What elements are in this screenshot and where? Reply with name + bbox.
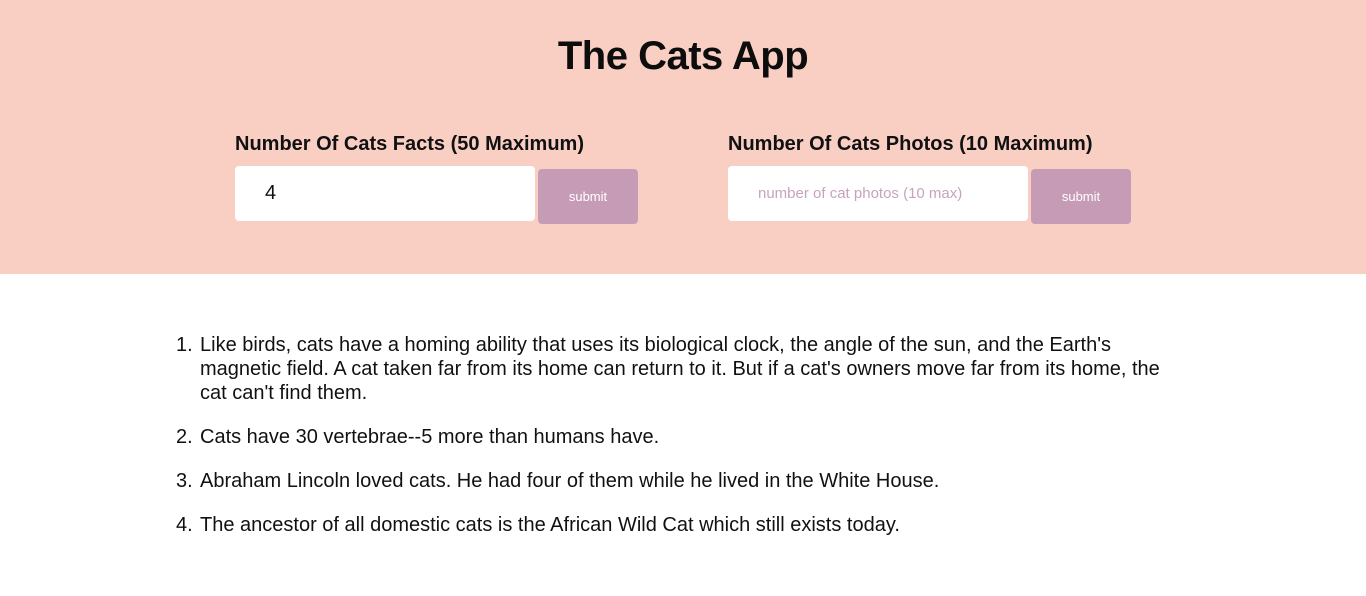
fact-item: 1. Like birds, cats have a homing abilit… [176, 333, 1176, 405]
photos-submit-button[interactable]: submit [1031, 169, 1131, 224]
fact-text: Abraham Lincoln loved cats. He had four … [200, 470, 940, 492]
facts-count-label: Number Of Cats Facts (50 Maximum) [235, 133, 584, 155]
fact-item: 4. The ancestor of all domestic cats is … [176, 513, 1176, 537]
fact-number: 4. [176, 514, 193, 536]
facts-count-input[interactable] [235, 166, 535, 221]
facts-submit-button[interactable]: submit [538, 169, 638, 224]
app-header: The Cats App Number Of Cats Facts (50 Ma… [0, 0, 1366, 274]
photos-form-row: submit [728, 166, 1138, 224]
photos-count-label: Number Of Cats Photos (10 Maximum) [728, 133, 1093, 155]
fact-text: Cats have 30 vertebrae--5 more than huma… [200, 426, 660, 448]
photos-count-input[interactable] [728, 166, 1028, 221]
fact-item: 2. Cats have 30 vertebrae--5 more than h… [176, 425, 1176, 449]
fact-item: 3. Abraham Lincoln loved cats. He had fo… [176, 469, 1176, 493]
photos-form: Number Of Cats Photos (10 Maximum) submi… [728, 131, 1131, 224]
page-title: The Cats App [557, 34, 809, 78]
fact-number: 2. [176, 426, 193, 448]
fact-number: 1. [176, 334, 193, 356]
fact-number: 3. [176, 470, 193, 492]
fact-text: Like birds, cats have a homing ability t… [200, 334, 1160, 404]
facts-list: 1. Like birds, cats have a homing abilit… [176, 333, 1176, 557]
fact-text: The ancestor of all domestic cats is the… [200, 514, 900, 536]
facts-form: Number Of Cats Facts (50 Maximum) submit [235, 131, 638, 224]
facts-form-row: submit [235, 166, 645, 224]
